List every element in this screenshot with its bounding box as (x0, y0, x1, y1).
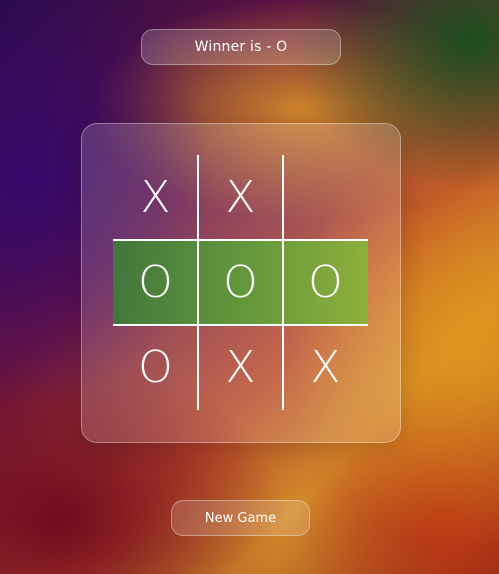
board-cell-2[interactable]: X (198, 155, 283, 240)
new-game-button[interactable]: New Game (171, 500, 310, 536)
grid-line-vertical-2 (282, 155, 284, 410)
board-cell-9[interactable]: X (283, 325, 368, 410)
grid-line-horizontal-2 (113, 324, 368, 326)
board-cell-1[interactable]: X (113, 155, 198, 240)
board-cell-6[interactable]: O (283, 240, 368, 325)
game-board: X X O O O O X X (113, 155, 368, 410)
board-cell-4[interactable]: O (113, 240, 198, 325)
winner-status: Winner is - O (141, 29, 341, 65)
board-cell-5[interactable]: O (198, 240, 283, 325)
grid-line-horizontal-1 (113, 239, 368, 241)
board-cell-3[interactable] (283, 155, 368, 240)
board-cell-7[interactable]: O (113, 325, 198, 410)
board-cell-8[interactable]: X (198, 325, 283, 410)
grid-line-vertical-1 (197, 155, 199, 410)
